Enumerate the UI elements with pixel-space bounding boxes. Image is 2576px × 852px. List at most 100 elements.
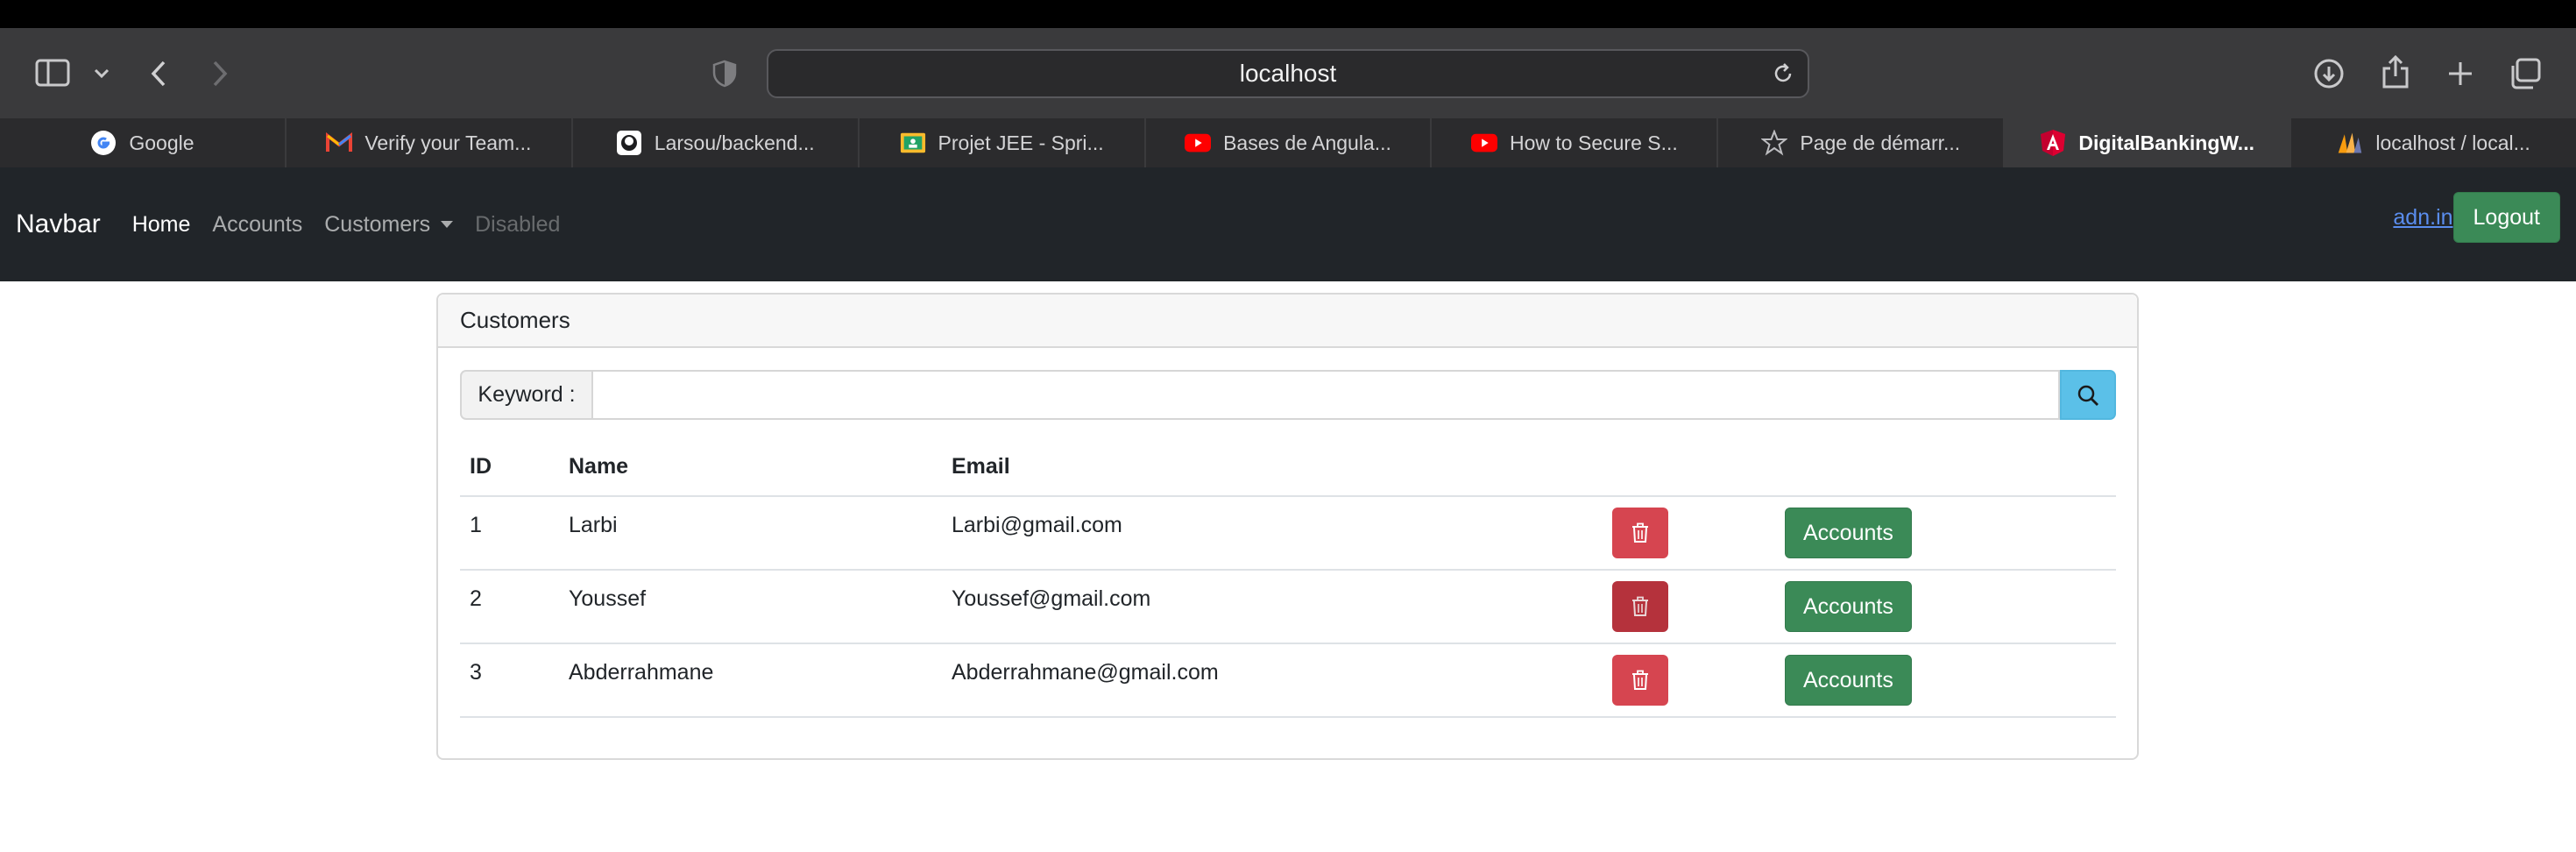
sidebar-menu-button[interactable] [91,63,112,84]
chevron-left-icon [151,60,166,87]
customers-card: Customers Keyword : ID Name Email 1 Larb… [436,293,2139,760]
tab-label: Larsou/backend... [654,131,815,154]
cell-name: Youssef [559,570,942,644]
trash-icon [1632,596,1648,616]
cell-email: Youssef@gmail.com [942,570,1599,644]
customers-table: ID Name Email 1 Larbi Larbi@gmail.com Ac… [460,437,2116,718]
system-menubar [0,0,2576,28]
trash-icon [1632,522,1648,543]
table-row: 3 Abderrahmane Abderrahmane@gmail.com Ac… [460,643,2116,718]
nav-home-link[interactable]: Home [132,212,191,238]
shield-icon [712,60,737,88]
search-icon [2077,385,2098,406]
cell-email: Abderrahmane@gmail.com [942,643,1599,718]
tab-youtube-angular[interactable]: Bases de Angula... [1145,118,1433,167]
browser-toolbar: localhost [0,28,2576,118]
search-form: Keyword : [460,370,2116,420]
tab-label: Projet JEE - Spri... [938,131,1104,154]
back-button[interactable] [145,56,172,91]
delete-button[interactable] [1612,581,1668,632]
customer-accounts-button[interactable]: Accounts [1785,655,1912,706]
navbar-user-area: adn.in Logout [2393,192,2560,243]
tab-label: How to Secure S... [1510,131,1678,154]
download-icon [2314,59,2344,89]
column-header-accounts [1775,437,2116,497]
github-icon [616,130,642,156]
cell-id: 3 [460,643,559,718]
tab-label: DigitalBankingW... [2078,131,2254,154]
username-link[interactable]: adn.in [2393,205,2452,231]
tab-label: Google [129,131,195,154]
phpmyadmin-icon [2337,130,2363,156]
cell-delete [1599,496,1775,571]
cell-name: Larbi [559,496,942,571]
downloads-button[interactable] [2311,56,2346,91]
privacy-shield-button[interactable] [710,58,740,89]
tab-start-page[interactable]: Page de démarr... [1718,118,2006,167]
column-header-delete [1599,437,1775,497]
plus-icon [2449,62,2472,85]
google-icon [90,130,117,156]
url-text: localhost [1239,60,1337,87]
address-bar[interactable]: localhost [767,49,1809,98]
column-header-id: ID [460,437,559,497]
card-title: Customers [438,295,2137,348]
table-row: 2 Youssef Youssef@gmail.com Accounts [460,570,2116,644]
customer-accounts-button[interactable]: Accounts [1785,581,1912,632]
forward-button[interactable] [207,56,233,91]
sidebar-toggle-button[interactable] [32,57,74,89]
cell-delete [1599,643,1775,718]
tab-youtube-secure[interactable]: How to Secure S... [1432,118,1719,167]
tab-github[interactable]: Larsou/backend... [572,118,860,167]
share-button[interactable] [2378,53,2413,91]
column-header-name: Name [559,437,942,497]
tab-label: Bases de Angula... [1223,131,1391,154]
table-header-row: ID Name Email [460,437,2116,497]
nav-customers-label: Customers [324,211,431,237]
classroom-icon [900,130,926,156]
delete-button[interactable] [1612,508,1668,558]
cell-delete [1599,570,1775,644]
cell-email: Larbi@gmail.com [942,496,1599,571]
tab-phpmyadmin[interactable]: localhost / local... [2291,118,2576,167]
caret-down-icon [441,221,454,228]
cell-accounts: Accounts [1775,570,2116,644]
tab-gmail[interactable]: Verify your Team... [286,118,573,167]
column-header-email: Email [942,437,1599,497]
navbar-brand[interactable]: Navbar [16,209,101,239]
customer-accounts-button[interactable]: Accounts [1785,508,1912,558]
cell-accounts: Accounts [1775,643,2116,718]
nav-accounts-link[interactable]: Accounts [212,212,302,238]
youtube-icon [1471,130,1498,156]
tab-overview-button[interactable] [2508,56,2543,91]
chevron-down-icon [94,68,110,79]
keyword-label: Keyword : [460,370,591,420]
nav-disabled-link: Disabled [475,211,561,237]
cell-id: 2 [460,570,559,644]
cell-accounts: Accounts [1775,496,2116,571]
tabs-overview-icon [2511,58,2541,89]
search-button[interactable] [2060,370,2116,420]
keyword-input[interactable] [591,370,2060,420]
reload-icon[interactable] [1771,61,1795,90]
nav-customers-dropdown[interactable]: Customers [324,211,454,238]
cell-name: Abderrahmane [559,643,942,718]
tab-bar: Google Verify your Team... Larsou/backen… [0,118,2576,167]
tab-digitalbanking[interactable]: DigitalBankingW... [2005,118,2292,167]
logout-button[interactable]: Logout [2452,192,2560,243]
app-navbar: Navbar Home Accounts Customers Disabled … [0,167,2576,281]
tab-classroom[interactable]: Projet JEE - Spri... [859,118,1146,167]
tab-google[interactable]: Google [0,118,287,167]
sidebar-icon [35,59,70,87]
gmail-icon [326,130,353,156]
star-icon [1761,130,1788,156]
new-tab-button[interactable] [2443,56,2478,91]
share-icon [2382,54,2409,89]
angular-icon [2040,130,2066,156]
table-row: 1 Larbi Larbi@gmail.com Accounts [460,496,2116,571]
delete-button[interactable] [1612,655,1668,706]
tab-label: Verify your Team... [364,131,532,154]
tab-label: localhost / local... [2375,131,2530,154]
youtube-icon [1185,130,1212,156]
chevron-right-icon [213,60,228,87]
